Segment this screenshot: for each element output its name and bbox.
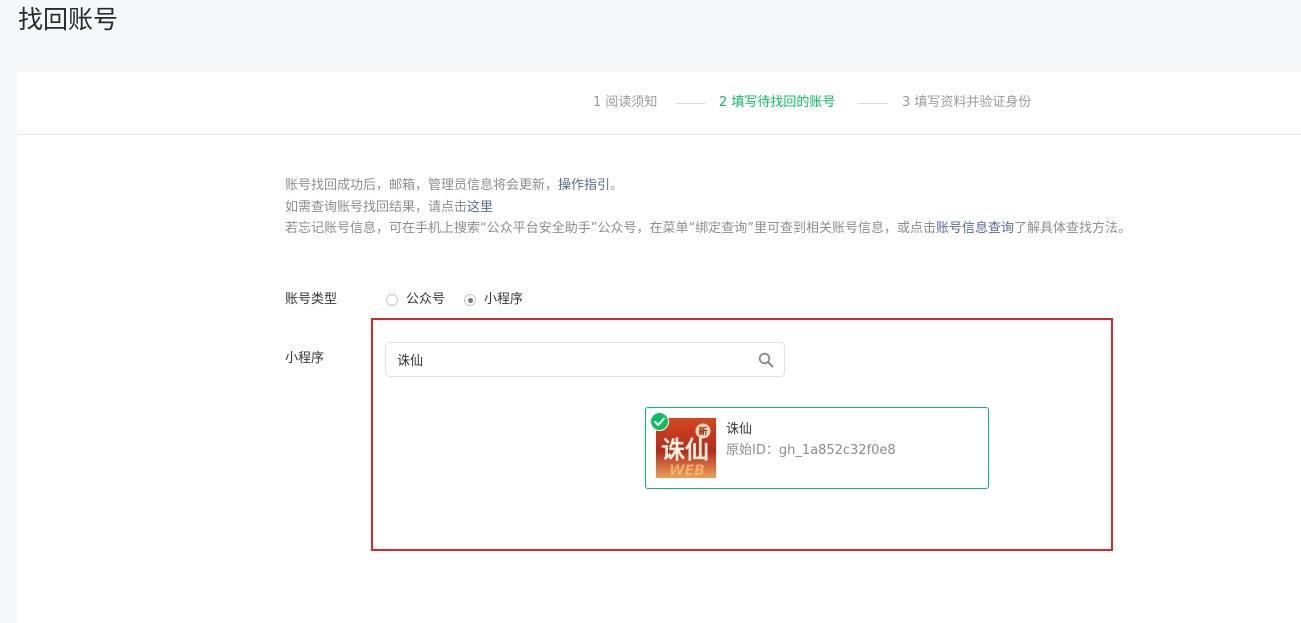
notice-line-1: 账号找回成功后，邮箱，管理员信息将会更新，操作指引。 [285, 178, 624, 193]
step-divider [676, 103, 706, 104]
main-panel: 1 阅读须知 2 填写待找回的账号 3 填写资料并验证身份 账号找回成功后，邮箱… [17, 72, 1301, 623]
result-name: 诛仙 [726, 422, 753, 437]
radio-checked-icon[interactable] [464, 294, 477, 306]
notice-text: 账号找回成功后，邮箱，管理员信息将会更新，操作指引。 如需查询账号找回结果，请点… [285, 175, 1131, 240]
search-icon[interactable] [758, 352, 774, 368]
step-1: 1 阅读须知 [593, 95, 658, 110]
page-title: 找回账号 [18, 5, 119, 34]
step-indicator: 1 阅读须知 2 填写待找回的账号 3 填写资料并验证身份 [17, 72, 1301, 135]
step-divider [858, 103, 888, 104]
radio-unchecked-icon[interactable] [386, 294, 398, 306]
check-result-link[interactable]: 这里 [467, 200, 493, 215]
avatar-sub-text: WEB [669, 463, 705, 478]
radio-official-account[interactable]: 公众号 [386, 291, 445, 309]
account-type-label: 账号类型 [285, 292, 338, 307]
step-2-active: 2 填写待找回的账号 [719, 95, 836, 110]
miniprogram-search-box [385, 342, 785, 377]
notice-line-3: 若忘记账号信息，可在手机上搜索“公众平台安全助手”公众号，在菜单“绑定查询”里可… [285, 221, 1131, 236]
operation-guide-link[interactable]: 操作指引 [558, 178, 610, 193]
search-result-card[interactable]: 新 诛仙 WEB 诛仙 原始ID：gh_1a852c32f0e8 [645, 407, 989, 489]
radio-miniprogram[interactable]: 小程序 [464, 291, 523, 309]
notice-line-2: 如需查询账号找回结果，请点击这里 [285, 199, 494, 215]
miniprogram-label: 小程序 [285, 351, 325, 366]
account-type-radio-group: 公众号 小程序 [386, 291, 542, 309]
selected-check-icon [650, 412, 669, 431]
step-3: 3 填写资料并验证身份 [902, 95, 1032, 110]
avatar-logo-text: 诛仙 [661, 435, 709, 464]
miniprogram-search-input[interactable] [386, 343, 746, 376]
result-original-id: 原始ID：gh_1a852c32f0e8 [726, 443, 896, 458]
account-info-query-link[interactable]: 账号信息查询 [936, 221, 1014, 236]
